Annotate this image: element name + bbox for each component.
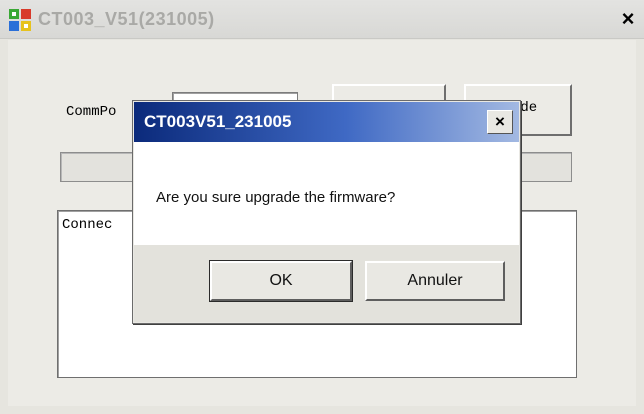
log-text: Connec xyxy=(62,217,113,233)
dialog-title: CT003V51_231005 xyxy=(144,112,292,131)
close-icon[interactable]: × xyxy=(617,8,639,30)
dialog-message: Are you sure upgrade the firmware? xyxy=(156,189,396,206)
dialog-body: Are you sure upgrade the firmware? xyxy=(134,142,519,245)
main-titlebar: CT003_V51(231005) × xyxy=(0,0,644,39)
ok-button[interactable]: OK xyxy=(209,260,353,302)
window-title: CT003_V51(231005) xyxy=(38,9,215,29)
commport-label: CommPo xyxy=(66,104,117,120)
dialog-titlebar: CT003V51_231005 × xyxy=(134,102,519,142)
dialog-close-icon[interactable]: × xyxy=(487,110,513,134)
cancel-button[interactable]: Annuler xyxy=(365,261,505,301)
app-grid-icon xyxy=(9,9,31,31)
confirm-dialog: CT003V51_231005 × Are you sure upgrade t… xyxy=(132,100,521,324)
